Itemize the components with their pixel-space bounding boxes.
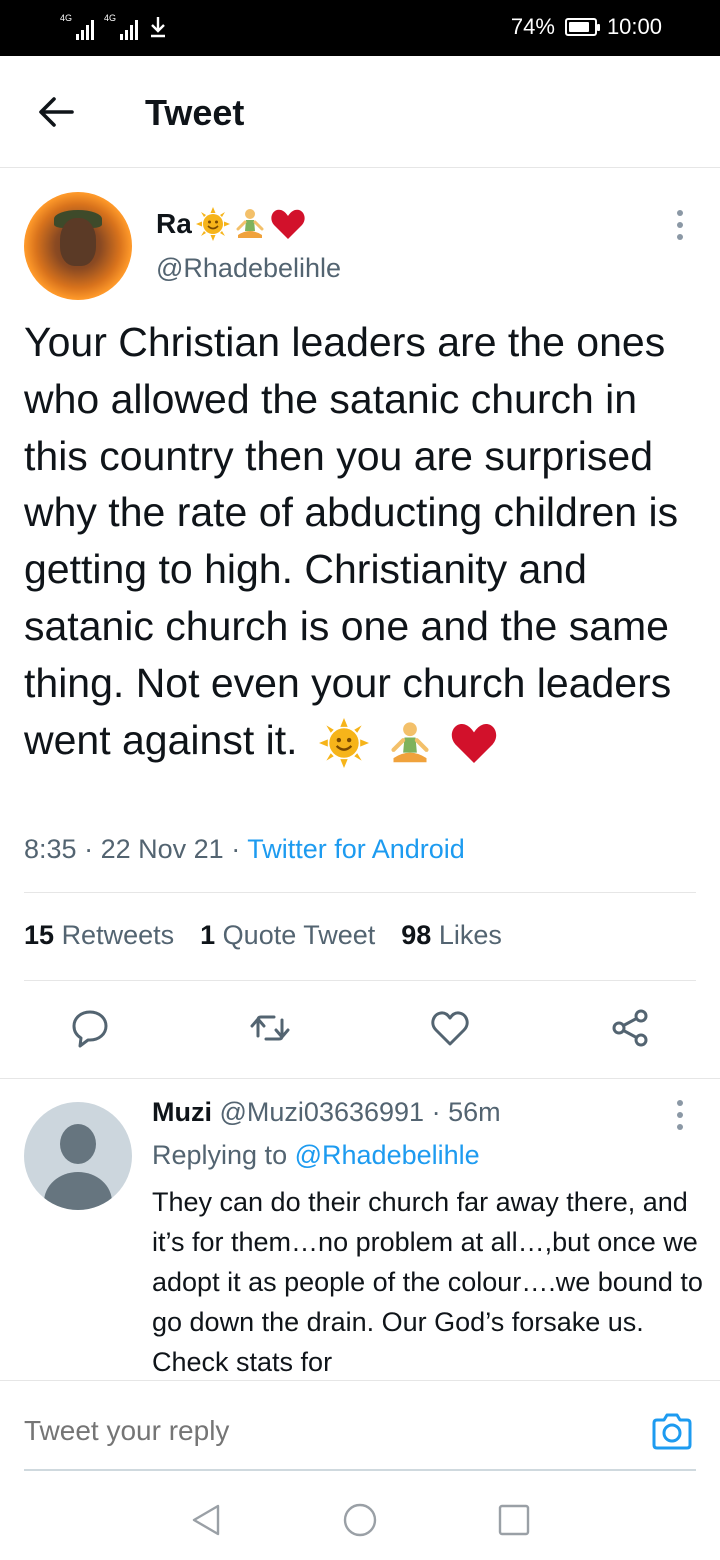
likes-stat[interactable]: 98 Likes bbox=[401, 920, 502, 951]
clock: 10:00 bbox=[606, 14, 662, 39]
tweet-body: Your Christian leaders are the ones who … bbox=[24, 314, 704, 768]
tweet-source-link[interactable]: Twitter for Android bbox=[247, 834, 465, 864]
tweet-stats: 15 Retweets 1 Quote Tweet 98 Likes bbox=[24, 920, 502, 951]
more-options-icon[interactable] bbox=[674, 210, 686, 240]
status-bar: 4G 4G 74% 10:00 bbox=[0, 0, 720, 56]
share-icon[interactable] bbox=[608, 1006, 652, 1050]
quote-tweets-stat[interactable]: 1 Quote Tweet bbox=[200, 920, 375, 951]
tweet-time: 8:35 bbox=[24, 834, 77, 864]
divider bbox=[24, 980, 696, 981]
replying-to: Replying to @Rhadebelihle bbox=[152, 1140, 480, 1170]
system-nav-bar bbox=[0, 1472, 720, 1560]
battery-percent: 74% bbox=[510, 14, 555, 39]
author-handle[interactable]: @Rhadebelihle bbox=[156, 253, 341, 284]
author-name-row[interactable]: Ra bbox=[156, 207, 306, 241]
heart-emoji-icon bbox=[271, 209, 305, 239]
battery-icon bbox=[564, 18, 600, 36]
composer-underline bbox=[24, 1469, 696, 1471]
reply-input[interactable] bbox=[24, 1415, 584, 1447]
avatar[interactable] bbox=[24, 192, 132, 300]
reply-author-name[interactable]: Muzi bbox=[152, 1097, 212, 1127]
reply-icon[interactable] bbox=[68, 1006, 112, 1050]
sun-emoji-icon bbox=[195, 207, 230, 241]
reply-text: They can do their church far away there,… bbox=[152, 1187, 703, 1377]
signal-icon: 4G bbox=[60, 14, 94, 40]
reply-header: Muzi @Muzi03636991 · 56m bbox=[152, 1097, 501, 1127]
nav-back-icon[interactable] bbox=[188, 1502, 224, 1538]
sun-emoji-icon bbox=[318, 717, 369, 768]
reply-age: 56m bbox=[448, 1097, 501, 1127]
author-name[interactable]: Ra bbox=[156, 208, 192, 240]
arrow-left-icon[interactable] bbox=[36, 94, 76, 130]
divider bbox=[24, 892, 696, 893]
top-app-bar: Tweet bbox=[0, 56, 720, 168]
heart-emoji-icon bbox=[451, 723, 496, 763]
signal-icon-2: 4G bbox=[104, 14, 138, 40]
nav-home-icon[interactable] bbox=[342, 1502, 378, 1538]
nav-recents-icon[interactable] bbox=[496, 1502, 532, 1538]
divider bbox=[0, 1078, 720, 1079]
reply-composer bbox=[0, 1380, 720, 1472]
replying-to-link[interactable]: @Rhadebelihle bbox=[295, 1140, 480, 1170]
reply-avatar[interactable] bbox=[24, 1102, 132, 1210]
tweet-text: Your Christian leaders are the ones who … bbox=[24, 319, 679, 763]
person-lotus-emoji-icon bbox=[236, 209, 264, 238]
retweet-icon[interactable] bbox=[248, 1006, 292, 1050]
more-options-icon[interactable] bbox=[674, 1100, 686, 1130]
tweet-meta: 8:35 · 22 Nov 21 · Twitter for Android bbox=[24, 834, 465, 864]
reply-author-handle[interactable]: @Muzi03636991 bbox=[220, 1097, 425, 1127]
page-title: Tweet bbox=[145, 92, 245, 133]
camera-icon[interactable] bbox=[650, 1411, 694, 1451]
tweet-actions bbox=[0, 1006, 720, 1056]
retweets-stat[interactable]: 15 Retweets bbox=[24, 920, 174, 951]
download-icon bbox=[151, 17, 165, 38]
person-lotus-emoji-icon bbox=[391, 722, 429, 762]
tweet-date: 22 Nov 21 bbox=[100, 834, 224, 864]
heart-icon[interactable] bbox=[428, 1006, 472, 1050]
